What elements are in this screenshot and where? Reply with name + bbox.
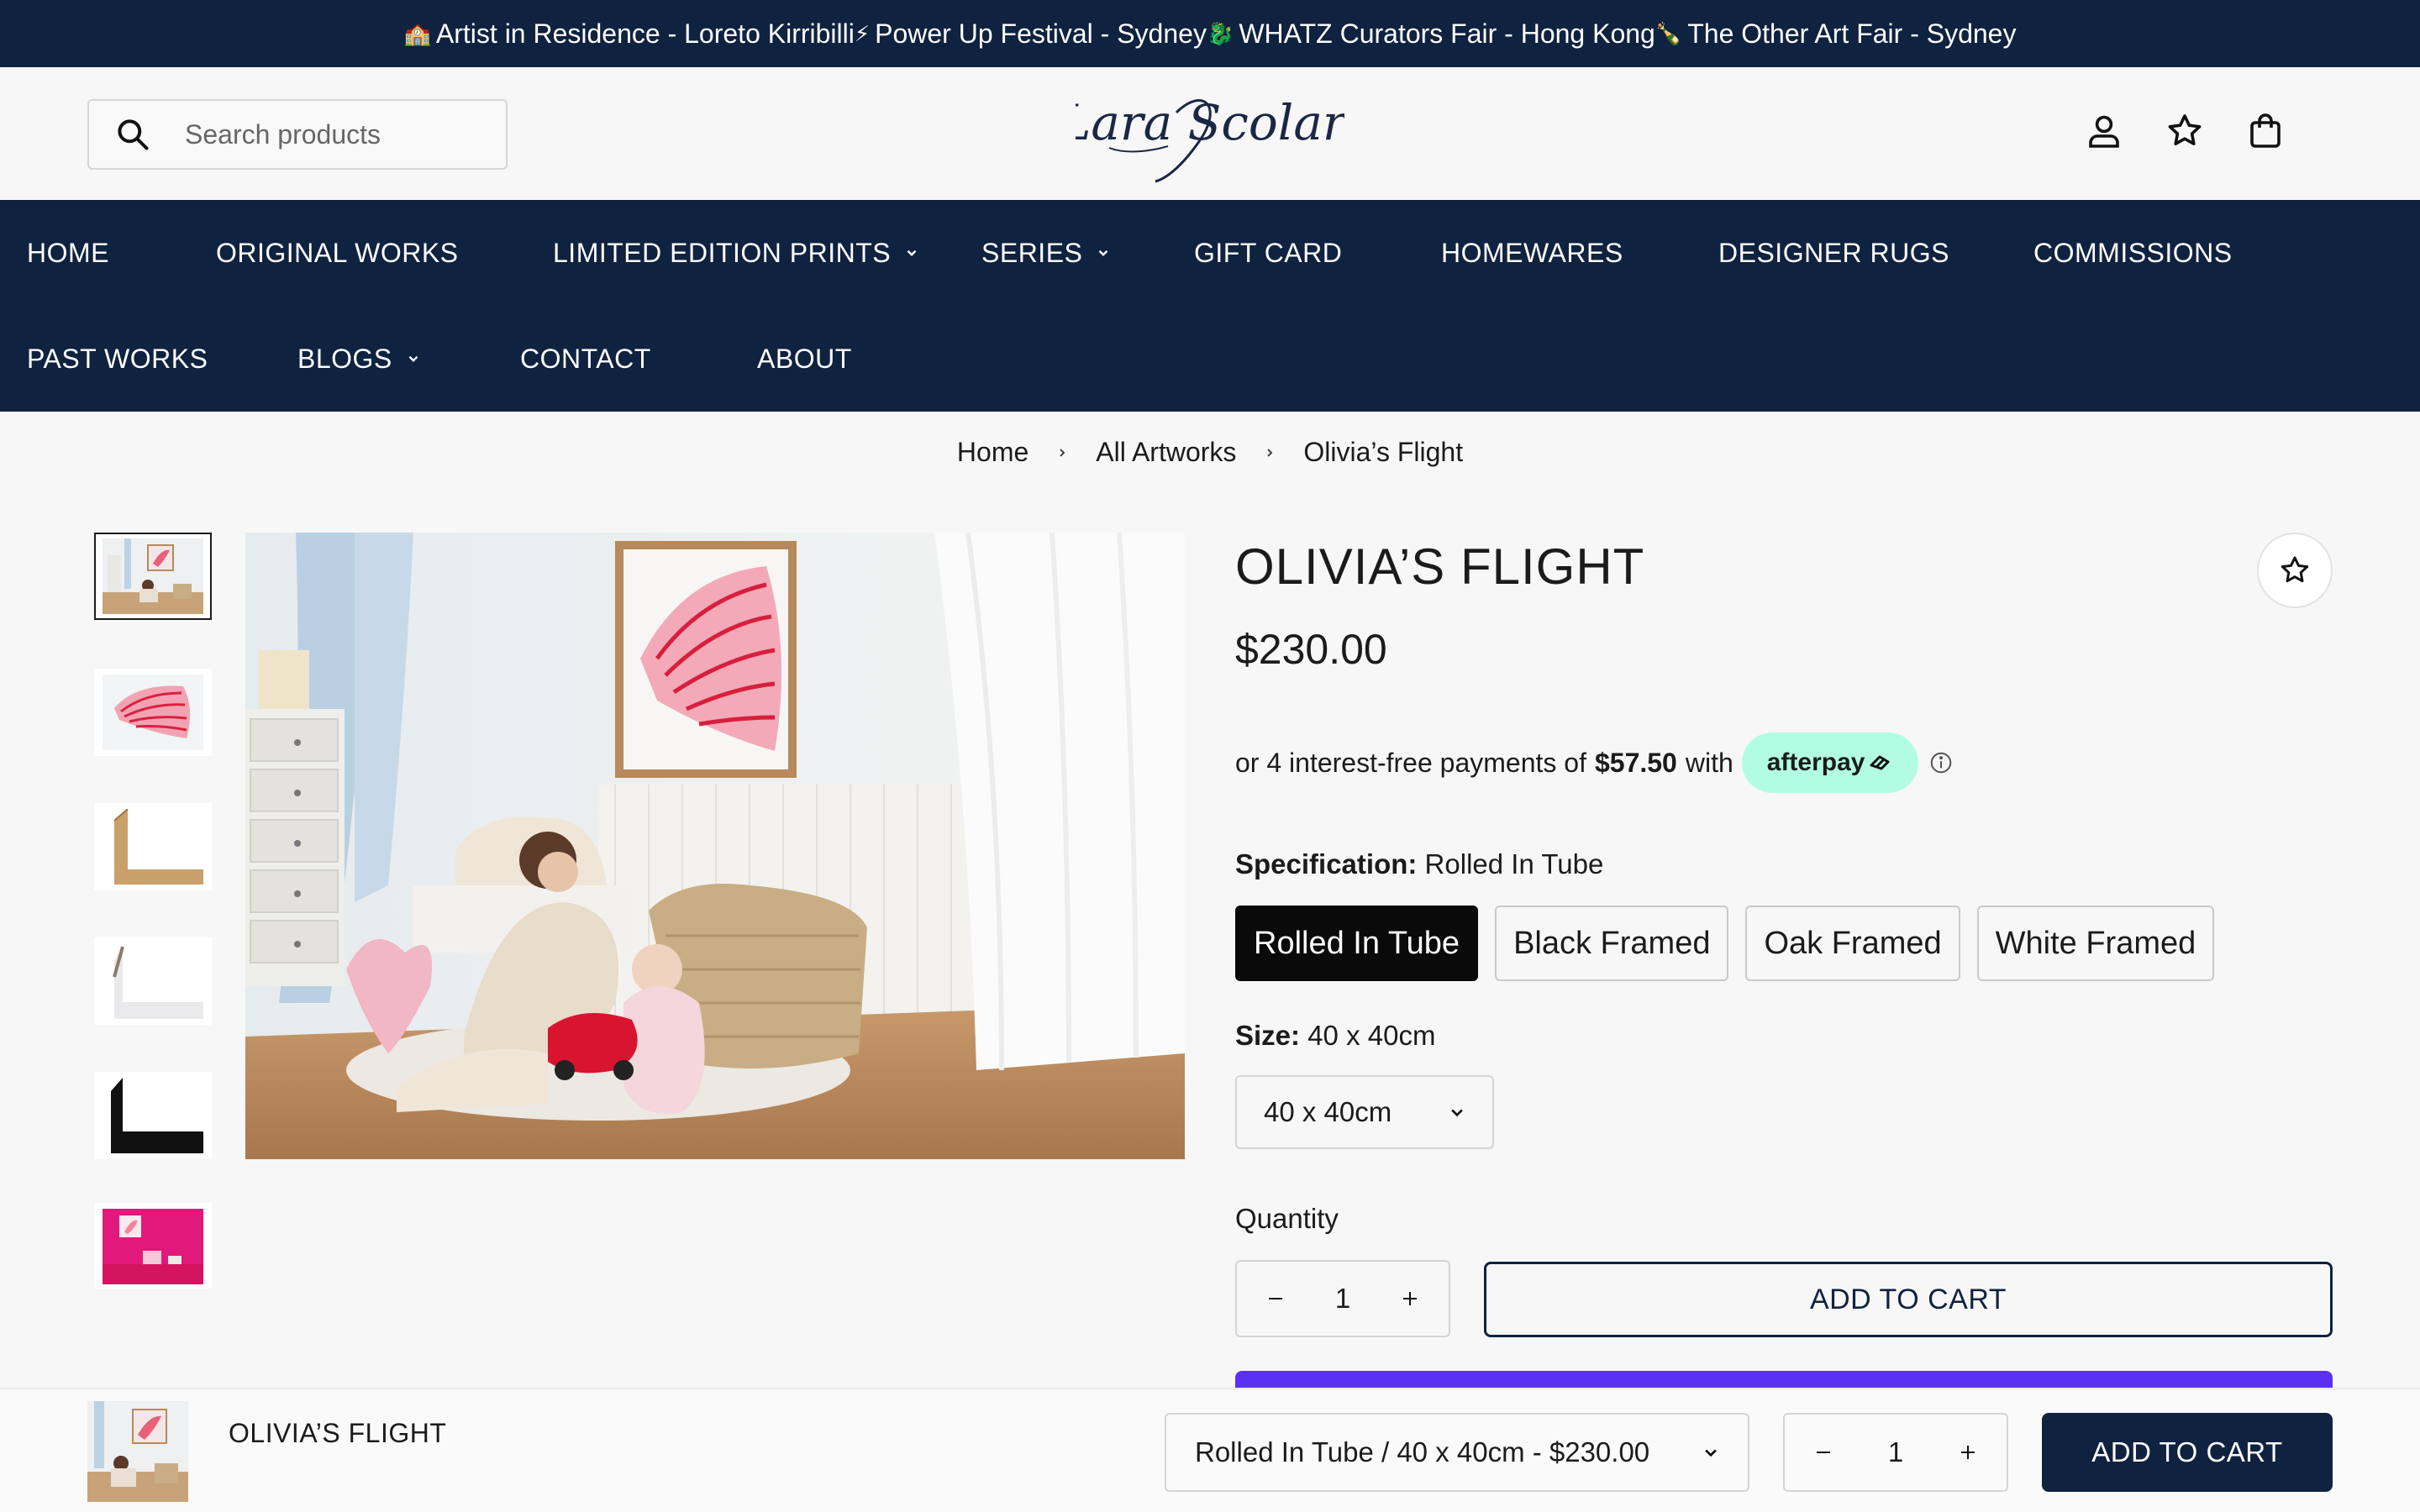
cart-bag-icon[interactable]: [2245, 111, 2286, 151]
announcement-item[interactable]: 🍾 The Other Art Fair - Sydney: [1655, 18, 2017, 50]
specification-options: Rolled In Tube Black Framed Oak Framed W…: [1235, 906, 2215, 981]
header-icons: [2084, 111, 2286, 151]
announcement-text: Power Up Festival - Sydney: [875, 18, 1207, 49]
chevron-down-icon: [408, 355, 418, 362]
add-to-wishlist-button[interactable]: [2257, 533, 2333, 608]
product-price: $230.00: [1235, 626, 1387, 673]
nav-row: HOME ORIGINAL WORKS LIMITED EDITION PRIN…: [0, 200, 2420, 306]
sticky-variant-value: Rolled In Tube / 40 x 40cm - $230.00: [1195, 1436, 1650, 1467]
thumbnail-white-frame[interactable]: [94, 937, 212, 1025]
thumbnail-list: [94, 533, 213, 1289]
afterpay-arrows-icon: [1870, 755, 1890, 770]
product-main-image[interactable]: [245, 533, 1185, 1159]
chevron-down-icon: [1451, 1109, 1463, 1117]
breadcrumb-home[interactable]: Home: [957, 437, 1028, 468]
afterpay-amount: $57.50: [1594, 747, 1677, 778]
plus-icon[interactable]: [1958, 1442, 1978, 1462]
chevron-down-icon: [1705, 1449, 1717, 1457]
nav-item-about[interactable]: ABOUT: [757, 344, 852, 375]
nav-item-limited-edition-prints[interactable]: LIMITED EDITION PRINTS: [553, 238, 919, 269]
chevron-down-icon: [907, 249, 917, 256]
size-select-value: 40 x 40cm: [1264, 1096, 1392, 1127]
minus-icon[interactable]: [1265, 1289, 1286, 1309]
thumbnail-artwork[interactable]: [94, 669, 212, 756]
site-header: Lara Scolari: [0, 67, 2420, 200]
size-select[interactable]: 40 x 40cm: [1235, 1075, 1494, 1149]
star-icon: [2281, 556, 2309, 583]
announcement-item[interactable]: 🐉 WHATZ Curators Fair - Hong Kong: [1207, 18, 1655, 50]
afterpay-badge[interactable]: afterpay: [1741, 732, 1919, 793]
sticky-variant-select[interactable]: Rolled In Tube / 40 x 40cm - $230.00: [1165, 1413, 1749, 1492]
school-icon: 🏫: [403, 20, 431, 46]
nav-row: PAST WORKS BLOGS CONTACT ABOUT: [0, 306, 2420, 412]
minus-icon[interactable]: [1813, 1442, 1833, 1462]
nav-item-home[interactable]: HOME: [27, 238, 109, 269]
dragon-icon: 🐉: [1206, 20, 1234, 46]
breadcrumb-all-artworks[interactable]: All Artworks: [1096, 437, 1236, 468]
quantity-label: Quantity: [1235, 1203, 1339, 1234]
sticky-product-title: OLIVIA’S FLIGHT: [229, 1418, 447, 1448]
afterpay-message: or 4 interest-free payments of $57.50 wi…: [1235, 732, 1954, 793]
search-box[interactable]: [87, 99, 508, 170]
afterpay-suffix: with: [1685, 747, 1733, 778]
nav-item-past-works[interactable]: PAST WORKS: [27, 344, 208, 375]
announcement-item[interactable]: ⚡ Power Up Festival - Sydney: [855, 18, 1207, 50]
nav-item-blogs[interactable]: BLOGS: [297, 344, 421, 375]
option-white-framed[interactable]: White Framed: [1976, 906, 2215, 981]
chevron-right-icon: [1267, 448, 1273, 457]
sticky-add-to-cart-bar: OLIVIA’S FLIGHT Rolled In Tube / 40 x 40…: [0, 1388, 2420, 1512]
lightning-icon: ⚡: [854, 20, 871, 46]
bottle-icon: 🍾: [1655, 20, 1683, 46]
quantity-value[interactable]: 1: [1335, 1283, 1350, 1315]
nav-item-designer-rugs[interactable]: DESIGNER RUGS: [1718, 238, 1949, 269]
size-label-value: 40 x 40cm: [1307, 1020, 1436, 1051]
nav-item-commissions[interactable]: COMMISSIONS: [2033, 238, 2233, 269]
sticky-quantity-value[interactable]: 1: [1888, 1436, 1903, 1468]
specification-label-value: Rolled In Tube: [1424, 848, 1604, 879]
size-label: Size: 40 x 40cm: [1235, 1020, 1435, 1052]
nav-item-contact[interactable]: CONTACT: [520, 344, 651, 375]
sticky-quantity-stepper: 1: [1783, 1413, 2008, 1492]
afterpay-prefix: or 4 interest-free payments of: [1235, 747, 1586, 778]
thumbnail-lifestyle[interactable]: [94, 533, 212, 620]
breadcrumb: Home All Artworks Olivia’s Flight: [0, 437, 2420, 468]
nav-item-gift-card[interactable]: GIFT CARD: [1194, 238, 1342, 269]
specification-label: Specification: Rolled In Tube: [1235, 848, 1603, 880]
breadcrumb-current: Olivia’s Flight: [1303, 437, 1464, 467]
brand-logo[interactable]: Lara Scolari: [1076, 79, 1344, 188]
search-icon[interactable]: [114, 116, 151, 153]
afterpay-brand: afterpay: [1766, 748, 1865, 776]
nav-item-series[interactable]: SERIES: [981, 238, 1111, 269]
main-nav: HOME ORIGINAL WORKS LIMITED EDITION PRIN…: [0, 200, 2420, 412]
announcement-bar: 🏫 Artist in Residence - Loreto Kirribill…: [0, 0, 2420, 67]
specification-label-key: Specification:: [1235, 848, 1418, 879]
thumbnail-black-frame[interactable]: [94, 1072, 212, 1159]
nav-item-homewares[interactable]: HOMEWARES: [1441, 238, 1623, 269]
search-input[interactable]: [185, 118, 487, 150]
size-label-key: Size:: [1235, 1020, 1301, 1051]
nav-item-original-works[interactable]: ORIGINAL WORKS: [216, 238, 459, 269]
quantity-stepper: 1: [1235, 1260, 1450, 1337]
option-rolled-in-tube[interactable]: Rolled In Tube: [1235, 906, 1479, 981]
announcement-text: Artist in Residence - Loreto Kirribilli: [435, 18, 855, 49]
sticky-add-to-cart-button[interactable]: ADD TO CART: [2042, 1413, 2333, 1492]
announcement-text: WHATZ Curators Fair - Hong Kong: [1239, 18, 1655, 49]
option-oak-framed[interactable]: Oak Framed: [1745, 906, 1960, 981]
plus-icon[interactable]: [1400, 1289, 1420, 1309]
product-title: OLIVIA’S FLIGHT: [1235, 538, 1645, 595]
info-icon[interactable]: [1928, 750, 1954, 775]
chevron-down-icon: [1099, 249, 1108, 256]
sticky-product-thumbnail: [87, 1401, 188, 1502]
announcement-item[interactable]: 🏫 Artist in Residence - Loreto Kirribill…: [404, 18, 855, 50]
account-icon[interactable]: [2084, 111, 2124, 151]
wishlist-star-icon[interactable]: [2165, 111, 2205, 151]
thumbnail-oak-frame[interactable]: [94, 803, 212, 890]
option-black-framed[interactable]: Black Framed: [1495, 906, 1729, 981]
announcement-text: The Other Art Fair - Sydney: [1687, 18, 2017, 49]
thumbnail-pink-room[interactable]: [94, 1203, 212, 1289]
chevron-right-icon: [1060, 448, 1065, 457]
add-to-cart-button[interactable]: ADD TO CART: [1484, 1262, 2333, 1337]
